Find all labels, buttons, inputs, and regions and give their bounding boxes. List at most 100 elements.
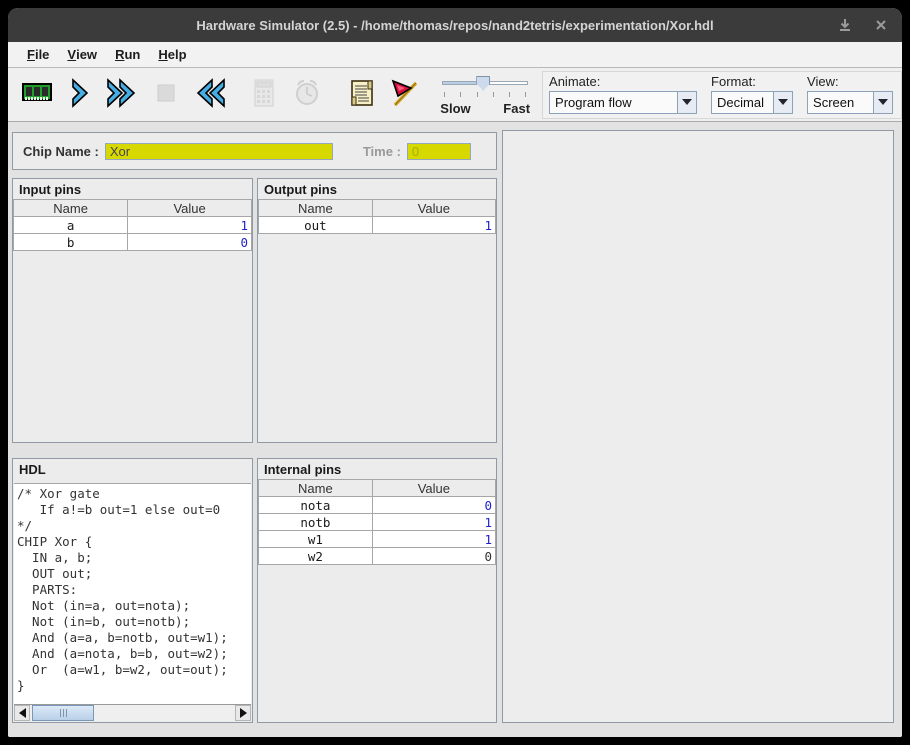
hdl-panel: HDL /* Xor gate If a!=b out=1 else out=0… [12, 458, 253, 723]
input-pins-table: Name Value a 1 b 0 [13, 199, 252, 251]
pin-name: w2 [259, 548, 373, 565]
close-button[interactable] [870, 14, 892, 36]
animate-label: Animate: [549, 74, 697, 89]
speed-slider-group: Slow Fast [440, 74, 530, 116]
view-select[interactable]: Screen [807, 91, 893, 114]
chevron-down-icon [778, 99, 788, 105]
format-value[interactable]: Decimal [711, 91, 773, 114]
restore-down-button[interactable] [834, 14, 856, 36]
chip-name-label: Chip Name : [23, 144, 99, 159]
column-header-name: Name [259, 480, 373, 497]
column-header-value: Value [372, 200, 495, 217]
calculator-icon [247, 76, 281, 113]
toolbar: Slow Fast Animate: Program flow Format: … [8, 68, 902, 122]
input-pins-panel: Input pins Name Value a 1 b 0 [12, 178, 253, 443]
hdl-code-view[interactable]: /* Xor gate If a!=b out=1 else out=0 */ … [14, 483, 251, 704]
script-icon [345, 76, 379, 113]
animate-value[interactable]: Program flow [549, 91, 677, 114]
slider-ticks [440, 92, 530, 99]
speed-slider[interactable] [440, 74, 530, 92]
screen-view-panel [502, 130, 894, 723]
internal-pins-table: Name Value nota 0 notb 1 w1 1 w2 0 [258, 479, 496, 565]
slider-slow-label: Slow [440, 101, 470, 116]
pin-name: w1 [259, 531, 373, 548]
pin-name: out [259, 217, 373, 234]
output-pins-title: Output pins [258, 179, 496, 199]
menu-help[interactable]: Help [149, 42, 195, 67]
title-bar: Hardware Simulator (2.5) - /home/thomas/… [8, 8, 902, 42]
format-label: Format: [711, 74, 793, 89]
output-pins-panel: Output pins Name Value out 1 [257, 178, 497, 443]
internal-pins-panel: Internal pins Name Value nota 0 notb 1 w… [257, 458, 497, 723]
content-area: Chip Name : Xor Time : 0 Input pins Name… [8, 122, 902, 737]
pin-value[interactable]: 0 [372, 548, 495, 565]
reset-button[interactable] [188, 73, 231, 117]
clock-icon [290, 76, 324, 113]
table-row: b 0 [14, 234, 252, 251]
view-value[interactable]: Screen [807, 91, 873, 114]
table-row: nota 0 [259, 497, 496, 514]
column-header-value: Value [128, 200, 252, 217]
pin-value[interactable]: 1 [372, 217, 495, 234]
pin-value[interactable]: 0 [372, 497, 495, 514]
time-label: Time : [363, 144, 401, 159]
triangle-left-icon [19, 708, 26, 718]
breakpoint-flag-icon [388, 76, 422, 113]
chevron-down-icon [878, 99, 888, 105]
single-step-icon [63, 76, 97, 113]
clock-button [286, 73, 329, 117]
chevron-down-icon [682, 99, 692, 105]
internal-pins-title: Internal pins [258, 459, 496, 479]
view-label: View: [807, 74, 893, 89]
reset-icon [190, 76, 228, 113]
run-icon [104, 76, 142, 113]
chip-name-field[interactable]: Xor [105, 143, 333, 160]
restore-down-icon [838, 18, 852, 32]
load-chip-button[interactable] [16, 73, 59, 117]
column-header-value: Value [372, 480, 495, 497]
column-header-name: Name [14, 200, 128, 217]
scroll-right-button[interactable] [235, 705, 251, 721]
hdl-title: HDL [13, 459, 252, 479]
pin-value[interactable]: 1 [128, 217, 252, 234]
table-row: notb 1 [259, 514, 496, 531]
column-header-name: Name [259, 200, 373, 217]
menu-run[interactable]: Run [106, 42, 149, 67]
close-icon [875, 19, 887, 31]
pin-name: nota [259, 497, 373, 514]
app-window: Hardware Simulator (2.5) - /home/thomas/… [8, 8, 902, 737]
table-row: w2 0 [259, 548, 496, 565]
dropdown-panel: Animate: Program flow Format: Decimal Vi… [542, 71, 902, 119]
time-field: 0 [407, 143, 471, 160]
animate-dropdown-button[interactable] [677, 91, 697, 114]
table-row: out 1 [259, 217, 496, 234]
table-row: a 1 [14, 217, 252, 234]
table-row: w1 1 [259, 531, 496, 548]
input-pins-title: Input pins [13, 179, 252, 199]
triangle-right-icon [240, 708, 247, 718]
chip-header-panel: Chip Name : Xor Time : 0 [12, 132, 497, 170]
menu-file[interactable]: File [18, 42, 58, 67]
run-button[interactable] [102, 73, 145, 117]
pin-value[interactable]: 1 [372, 531, 495, 548]
hdl-horizontal-scrollbar[interactable] [14, 704, 251, 721]
scroll-left-button[interactable] [14, 705, 30, 721]
view-dropdown-button[interactable] [873, 91, 893, 114]
scrollbar-thumb[interactable] [32, 705, 94, 721]
load-script-button[interactable] [340, 73, 383, 117]
slider-handle[interactable] [476, 76, 490, 91]
single-step-button[interactable] [59, 73, 102, 117]
format-dropdown-button[interactable] [773, 91, 793, 114]
pin-value[interactable]: 0 [128, 234, 252, 251]
pin-name: notb [259, 514, 373, 531]
hdl-code-text: /* Xor gate If a!=b out=1 else out=0 */ … [14, 484, 251, 696]
animate-select[interactable]: Program flow [549, 91, 697, 114]
calculator-button [243, 73, 286, 117]
slider-fast-label: Fast [503, 101, 530, 116]
breakpoints-button[interactable] [383, 73, 426, 117]
menu-view[interactable]: View [58, 42, 106, 67]
pin-name: a [14, 217, 128, 234]
stop-button [145, 73, 188, 117]
pin-value[interactable]: 1 [372, 514, 495, 531]
format-select[interactable]: Decimal [711, 91, 793, 114]
